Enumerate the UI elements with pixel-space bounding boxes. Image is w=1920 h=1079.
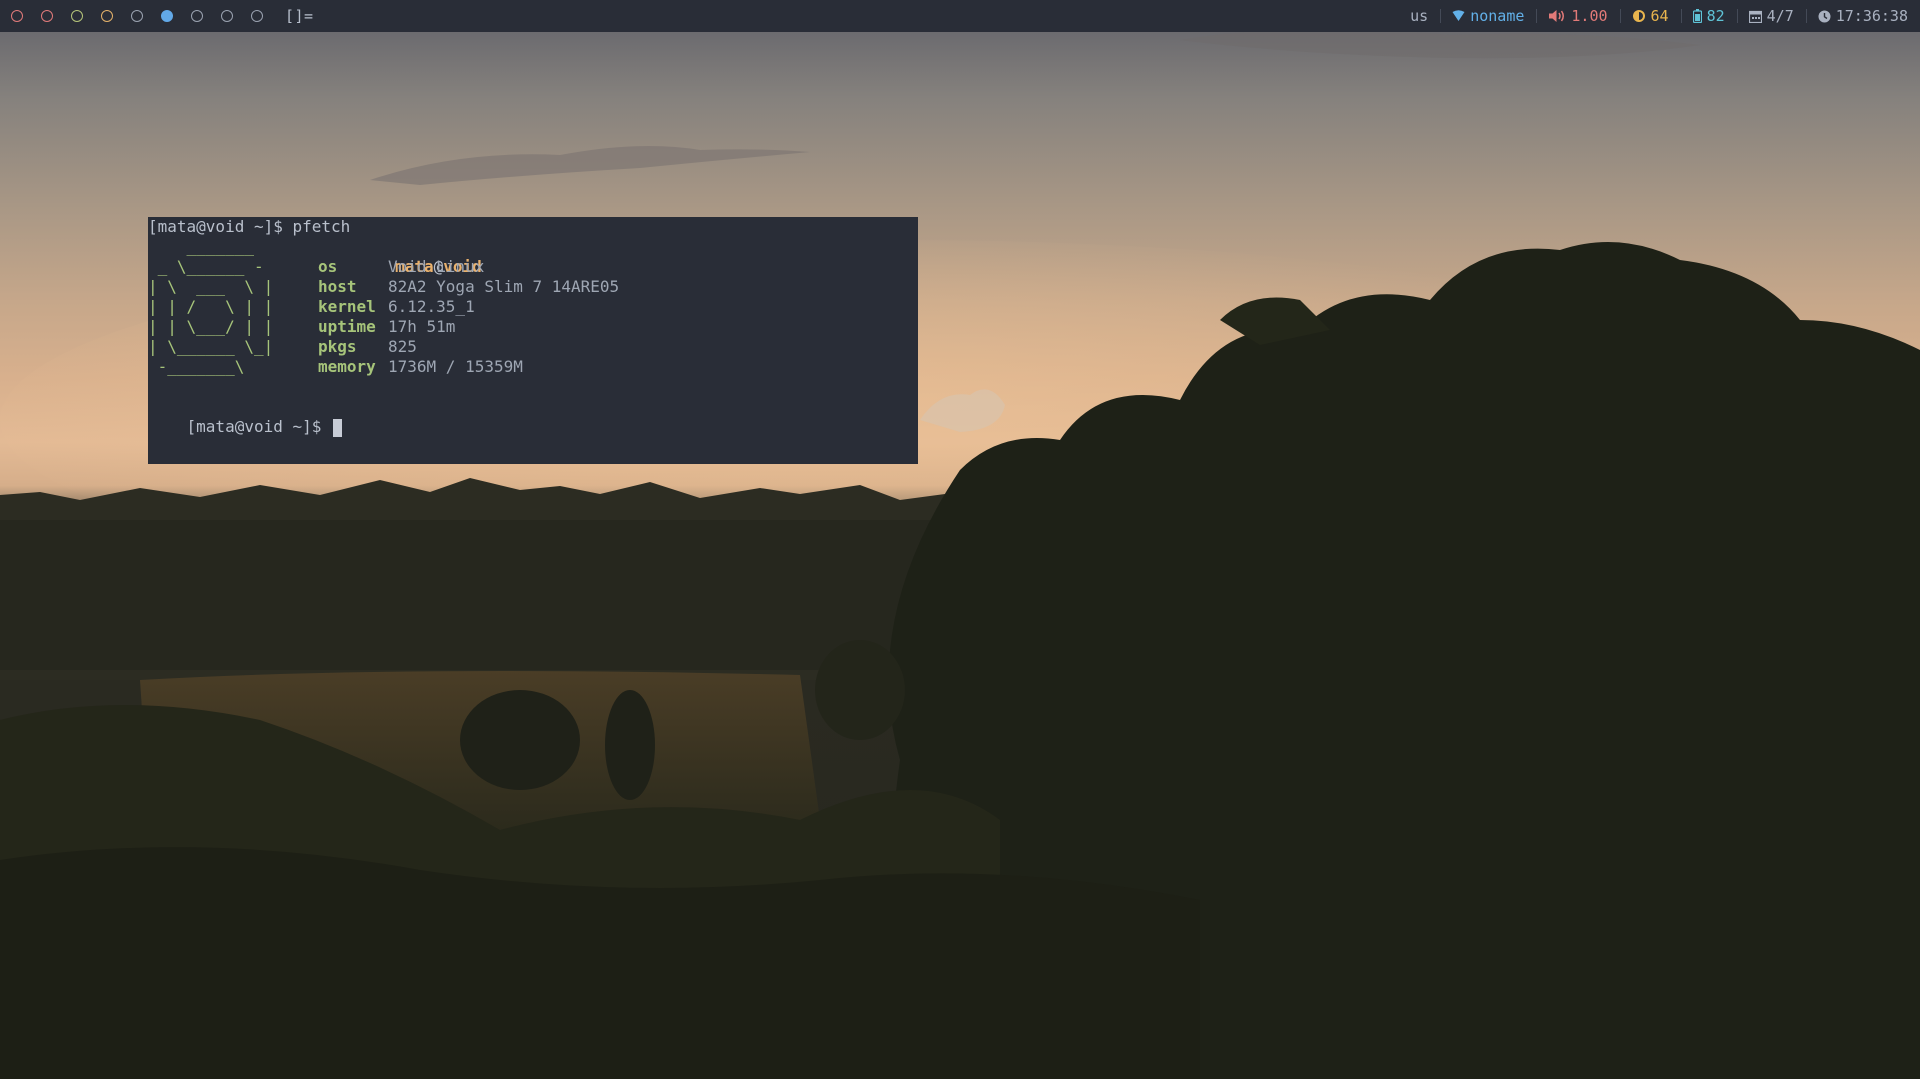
clock-text: 17:36:38 — [1835, 7, 1908, 25]
battery-status[interactable]: 82 — [1680, 0, 1737, 32]
workspace-tag-4[interactable] — [101, 10, 113, 22]
info-key: uptime — [318, 317, 376, 336]
info-row-pkgs: pkgs 825 — [318, 337, 619, 357]
terminal-window[interactable]: [mata@void ~]$ pfetch _______ _ \______ … — [148, 217, 918, 464]
prompt-line-current[interactable]: [mata@void ~]$ — [148, 397, 343, 437]
info-row-host: host 82A2 Yoga Slim 7 14ARE05 — [318, 277, 619, 297]
wifi-ssid: noname — [1470, 7, 1525, 25]
keyboard-layout[interactable]: us — [1398, 0, 1440, 32]
workspace-tags: []= — [0, 7, 314, 25]
brightness-status[interactable]: 64 — [1619, 0, 1681, 32]
info-value: 17h 51m — [388, 317, 456, 336]
info-value: 1736M / 15359M — [388, 357, 523, 376]
info-key: host — [318, 277, 357, 296]
clock-status[interactable]: 17:36:38 — [1805, 0, 1920, 32]
info-key: memory — [318, 357, 376, 376]
date-status[interactable]: 4/7 — [1736, 0, 1806, 32]
brightness-icon — [1632, 9, 1646, 23]
info-value: 6.12.35_1 — [388, 297, 475, 316]
status-blocks: us noname 1.00 64 82 4/7 17:36:38 — [1398, 0, 1920, 32]
workspace-tag-2[interactable] — [41, 10, 53, 22]
workspace-tag-8[interactable] — [221, 10, 233, 22]
wifi-icon — [1452, 10, 1465, 22]
volume-level: 1.00 — [1571, 7, 1608, 25]
info-row-os: os Void Linux — [318, 257, 619, 277]
wallpaper-landscape — [0, 28, 1920, 1079]
pfetch-info: mata@void os Void Linux host 82A2 Yoga S… — [318, 237, 619, 377]
info-value: 825 — [388, 337, 417, 356]
workspace-tag-9[interactable] — [251, 10, 263, 22]
desktop-wallpaper — [0, 0, 1920, 1079]
shell-prompt: [mata@void ~]$ — [186, 417, 322, 436]
speaker-icon — [1548, 9, 1566, 23]
status-bar: []= us noname 1.00 64 82 4/7 17:36:38 — [0, 0, 1920, 32]
info-key: kernel — [318, 297, 376, 316]
workspace-tag-7[interactable] — [191, 10, 203, 22]
workspace-tag-3[interactable] — [71, 10, 83, 22]
volume-status[interactable]: 1.00 — [1536, 0, 1619, 32]
battery-level: 82 — [1706, 7, 1725, 25]
info-row-kernel: kernel 6.12.35_1 — [318, 297, 619, 317]
workspace-tag-1[interactable] — [11, 10, 23, 22]
user-host-row: mata@void — [318, 237, 619, 276]
info-key: os — [318, 257, 338, 276]
info-row-memory: memory 1736M / 15359M — [318, 357, 619, 377]
void-linux-ascii-logo: _______ _ \______ - | \ ___ \ | | | / \ … — [148, 237, 274, 376]
keyboard-layout-label: us — [1410, 7, 1429, 25]
info-value: Void Linux — [388, 257, 485, 276]
battery-icon — [1692, 9, 1702, 23]
info-value: 82A2 Yoga Slim 7 14ARE05 — [388, 277, 620, 296]
layout-indicator[interactable]: []= — [285, 7, 314, 25]
clock-icon — [1818, 10, 1831, 23]
workspace-tag-5[interactable] — [131, 10, 143, 22]
wifi-status[interactable]: noname — [1440, 0, 1536, 32]
info-row-uptime: uptime 17h 51m — [318, 317, 619, 337]
workspace-tag-6[interactable] — [161, 10, 173, 22]
info-key: pkgs — [318, 337, 357, 356]
text-cursor — [333, 418, 343, 437]
brightness-level: 64 — [1650, 7, 1669, 25]
prompt-line-pfetch: [mata@void ~]$ pfetch — [148, 217, 351, 236]
date-text: 4/7 — [1766, 7, 1794, 25]
calendar-icon — [1748, 10, 1762, 23]
